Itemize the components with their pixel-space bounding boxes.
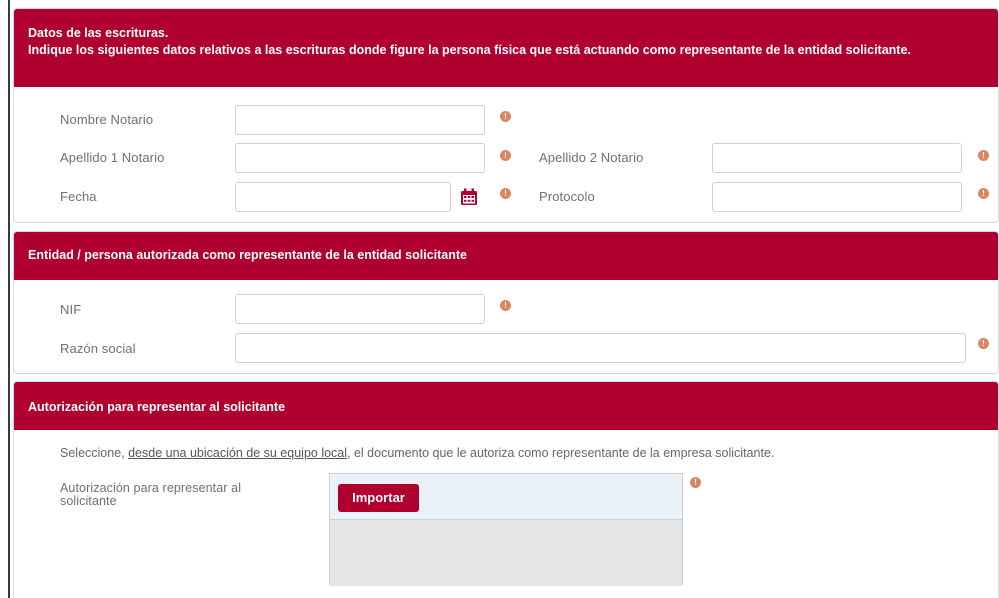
autorizacion-section: Autorización para representar al solicit… — [13, 381, 999, 598]
help-suffix: , el documento que le autoriza como repr… — [347, 446, 775, 460]
apellido2-notario-input[interactable] — [712, 143, 962, 173]
nif-input[interactable] — [235, 294, 485, 324]
razon-social-label: Razón social — [60, 341, 136, 356]
razon-social-warning-icon: ! — [978, 338, 989, 349]
apellido1-notario-input[interactable] — [235, 143, 485, 173]
page-edge — [0, 0, 8, 598]
apellido2-warning-icon: ! — [978, 150, 989, 161]
protocolo-label: Protocolo — [539, 189, 595, 204]
calendar-icon[interactable] — [460, 188, 478, 206]
nif-warning-icon: ! — [500, 300, 511, 311]
nombre-notario-label: Nombre Notario — [60, 112, 154, 127]
local-file-link[interactable]: desde una ubicación de su equipo local — [128, 446, 347, 460]
escrituras-title: Datos de las escrituras. — [28, 26, 169, 40]
apellido1-notario-label: Apellido 1 Notario — [60, 150, 165, 165]
fecha-label: Fecha — [60, 189, 97, 204]
nombre-notario-input[interactable] — [235, 105, 485, 135]
nif-label: NIF — [60, 302, 82, 317]
import-button[interactable]: Importar — [338, 484, 419, 512]
help-prefix: Seleccione, — [60, 446, 129, 460]
representante-section: Entidad / persona autorizada como repres… — [13, 231, 999, 374]
window-border — [8, 0, 10, 598]
upload-file-list — [330, 520, 682, 586]
upload-label: Autorización para representar al solicit… — [60, 481, 242, 508]
upload-area[interactable]: Importar — [329, 473, 683, 586]
autorizacion-header: Autorización para representar al solicit… — [14, 382, 998, 430]
protocolo-input[interactable] — [712, 182, 962, 212]
escrituras-header: Datos de las escrituras. Indique los sig… — [14, 9, 998, 87]
apellido1-warning-icon: ! — [500, 150, 511, 161]
escrituras-instructions: Indique los siguientes datos relativos a… — [28, 43, 911, 57]
upload-toolbar: Importar — [330, 474, 682, 520]
upload-instructions: Seleccione, desde una ubicación de su eq… — [60, 446, 774, 460]
fecha-warning-icon: ! — [500, 188, 511, 199]
apellido2-notario-label: Apellido 2 Notario — [539, 150, 644, 165]
representante-header: Entidad / persona autorizada como repres… — [14, 232, 998, 280]
fecha-input[interactable] — [235, 182, 451, 212]
escrituras-section: Datos de las escrituras. Indique los sig… — [13, 8, 999, 223]
razon-social-input[interactable] — [235, 333, 966, 363]
upload-warning-icon: ! — [690, 477, 701, 488]
nombre-notario-warning-icon: ! — [500, 111, 511, 122]
protocolo-warning-icon: ! — [978, 188, 989, 199]
